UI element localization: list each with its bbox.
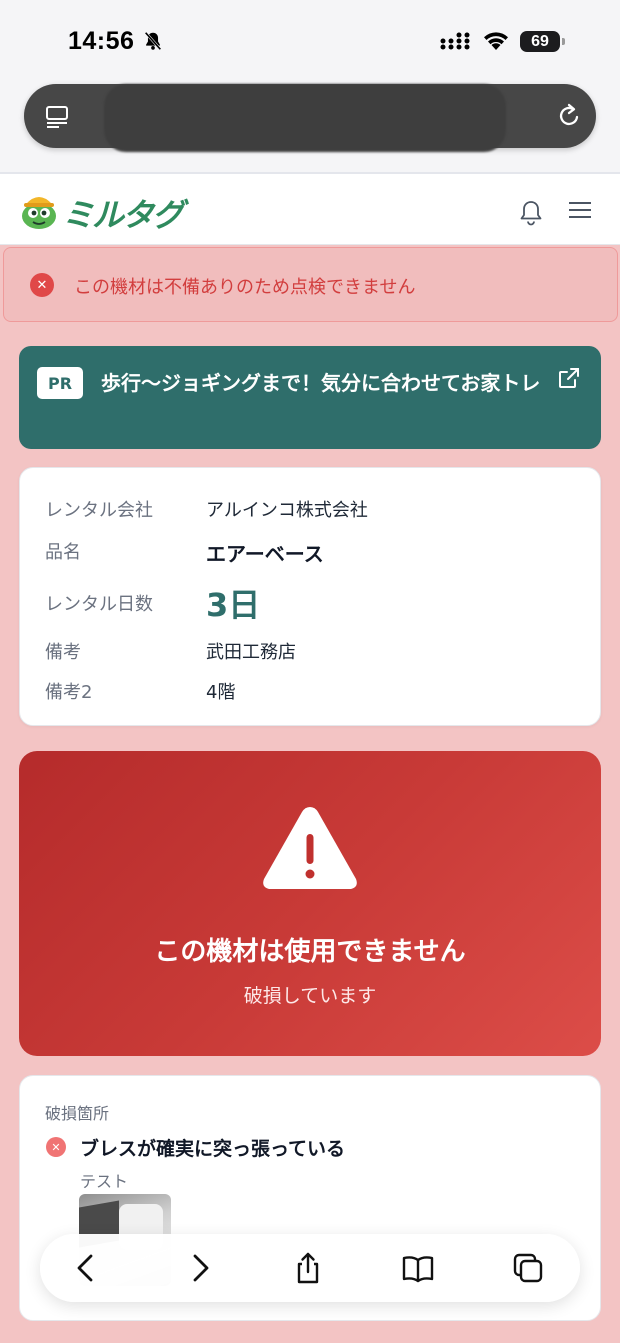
damage-item-title: ブレスが確実に突っ張っている	[80, 1138, 346, 1160]
pr-text[interactable]: 歩行〜ジョギングまで！気分に合わせてお家トレ	[101, 366, 551, 400]
address-bar[interactable]	[24, 84, 596, 152]
alert-message: この機材は不備ありのため点検できません	[74, 277, 416, 298]
damage-section-label: 破損箇所	[45, 1104, 110, 1123]
bell-off-icon	[144, 31, 162, 51]
rental-company-value: アルインコ株式会社	[206, 500, 368, 521]
item-name-value: エアーベース	[206, 542, 324, 566]
app-header: ミルタグ	[0, 172, 620, 245]
rental-company-label: レンタル会社	[45, 500, 153, 521]
share-icon[interactable]	[292, 1252, 324, 1284]
item-name-label: 品名	[45, 542, 81, 563]
warning-triangle-icon	[263, 807, 357, 889]
note2-value: 4階	[206, 682, 236, 703]
danger-subtitle: 破損しています	[243, 985, 377, 1007]
wifi-icon	[484, 32, 508, 50]
signal-icon	[440, 32, 470, 50]
page-menu-icon[interactable]	[44, 104, 70, 130]
tabs-icon[interactable]	[512, 1252, 544, 1284]
damage-item-note: テスト	[80, 1172, 129, 1191]
brand-logo-text[interactable]: ミルタグ	[62, 190, 184, 236]
rental-days-label: レンタル日数	[45, 594, 153, 615]
external-link-icon[interactable]	[557, 366, 581, 390]
forward-chevron-icon[interactable]	[184, 1252, 216, 1284]
note-value: 武田工務店	[206, 642, 296, 663]
back-chevron-icon[interactable]	[70, 1252, 102, 1284]
pr-badge: PR	[37, 367, 83, 399]
note2-label: 備考2	[45, 682, 93, 703]
unusable-warning-card: この機材は使用できません 破損しています	[19, 751, 601, 1056]
reload-icon[interactable]	[556, 102, 582, 130]
hamburger-menu-icon[interactable]	[567, 199, 593, 221]
status-bar: 14:56 69	[0, 0, 620, 84]
browser-url-area	[0, 84, 620, 172]
battery-indicator: 69	[520, 31, 565, 52]
status-time: 14:56	[68, 27, 135, 55]
equipment-info-card: レンタル会社 アルインコ株式会社 品名 エアーベース レンタル日数 3日 備考 …	[19, 467, 601, 726]
redacted-url	[104, 84, 506, 152]
browser-toolbar	[40, 1234, 580, 1302]
error-x-icon: ✕	[30, 273, 54, 297]
pr-banner[interactable]: PR 歩行〜ジョギングまで！気分に合わせてお家トレ	[19, 346, 601, 449]
rental-days-value: 3日	[206, 586, 261, 624]
danger-title: この機材は使用できません	[154, 937, 466, 967]
bookmarks-book-icon[interactable]	[402, 1252, 434, 1284]
mascot-logo-icon[interactable]	[18, 192, 60, 230]
error-alert: ✕ この機材は不備ありのため点検できません	[3, 247, 618, 322]
notification-bell-icon[interactable]	[518, 198, 544, 226]
note-label: 備考	[45, 642, 81, 663]
damage-x-icon: ✕	[46, 1137, 66, 1157]
